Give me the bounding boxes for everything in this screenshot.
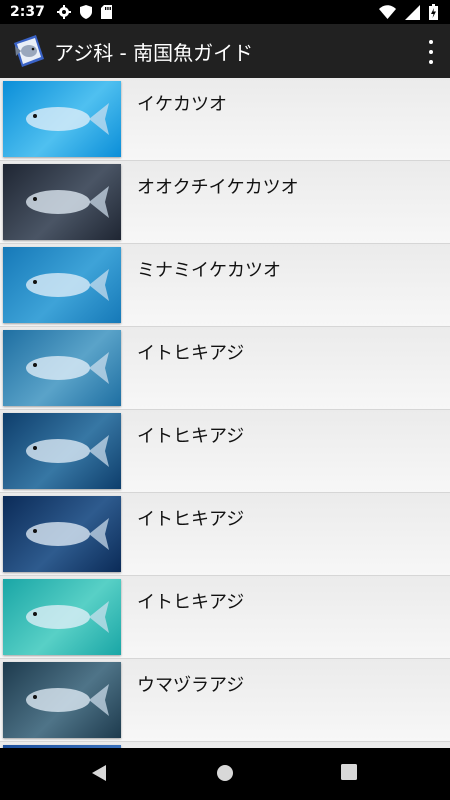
- list-item[interactable]: オオクチイケカツオ: [0, 161, 450, 244]
- fish-name: イトヒキアジ: [137, 426, 245, 447]
- app-bar: アジ科 - 南国魚ガイド: [0, 24, 450, 78]
- fish-name: イトヒキアジ: [137, 343, 245, 364]
- overflow-menu-icon[interactable]: [426, 40, 436, 64]
- fish-icon: [26, 518, 109, 550]
- fish-list[interactable]: イケカツオオオクチイケカツオ ミナミイケカツオ イトヒキアジ イトヒキアジ イトヒキアジ…: [0, 78, 450, 748]
- fish-name: ミナミイケカツオ: [137, 260, 281, 281]
- home-icon[interactable]: [216, 764, 234, 782]
- gear-icon: [56, 5, 71, 19]
- list-item[interactable]: イトヒキアジ: [0, 493, 450, 576]
- fish-thumbnail: [3, 662, 121, 738]
- fish-name: イトヒキアジ: [137, 592, 245, 613]
- app-logo-icon: [14, 35, 44, 67]
- fish-thumbnail: [3, 413, 121, 489]
- fish-thumbnail: [3, 247, 121, 323]
- back-icon[interactable]: [90, 764, 108, 782]
- status-bar: 2:37: [0, 0, 450, 24]
- fish-icon: [26, 435, 109, 467]
- fish-thumbnail: [3, 496, 121, 572]
- fish-name: イトヒキアジ: [137, 509, 245, 530]
- wifi-icon: [379, 5, 396, 19]
- fish-name: ウマヅラアジ: [137, 675, 245, 696]
- fish-thumbnail: [3, 579, 121, 655]
- list-item[interactable]: ミナミイケカツオ: [0, 244, 450, 327]
- list-item[interactable]: イケカツオ: [0, 78, 450, 161]
- list-item[interactable]: イトヒキアジ: [0, 576, 450, 659]
- fish-thumbnail: [3, 330, 121, 406]
- navigation-bar: [0, 748, 450, 800]
- fish-icon: [26, 186, 109, 218]
- fish-thumbnail: [3, 81, 121, 157]
- app-title: アジ科 - 南国魚ガイド: [54, 40, 254, 65]
- fish-thumbnail: [3, 164, 121, 240]
- fish-icon: [26, 684, 109, 716]
- status-time: 2:37: [10, 4, 45, 20]
- list-item[interactable]: ウマヅラアジ: [0, 659, 450, 742]
- fish-name: イケカツオ: [137, 94, 227, 115]
- sd-card-icon: [100, 5, 112, 19]
- fish-icon: [26, 269, 109, 301]
- recents-icon[interactable]: [341, 764, 357, 780]
- signal-icon: [405, 4, 420, 20]
- list-item[interactable]: イトヒキアジ: [0, 327, 450, 410]
- fish-name: オオクチイケカツオ: [137, 177, 299, 198]
- list-item[interactable]: イトヒキアジ: [0, 410, 450, 493]
- fish-icon: [26, 601, 109, 633]
- shield-icon: [79, 5, 92, 19]
- fish-icon: [26, 352, 109, 384]
- fish-icon: [26, 103, 109, 135]
- battery-charging-icon: [429, 4, 438, 20]
